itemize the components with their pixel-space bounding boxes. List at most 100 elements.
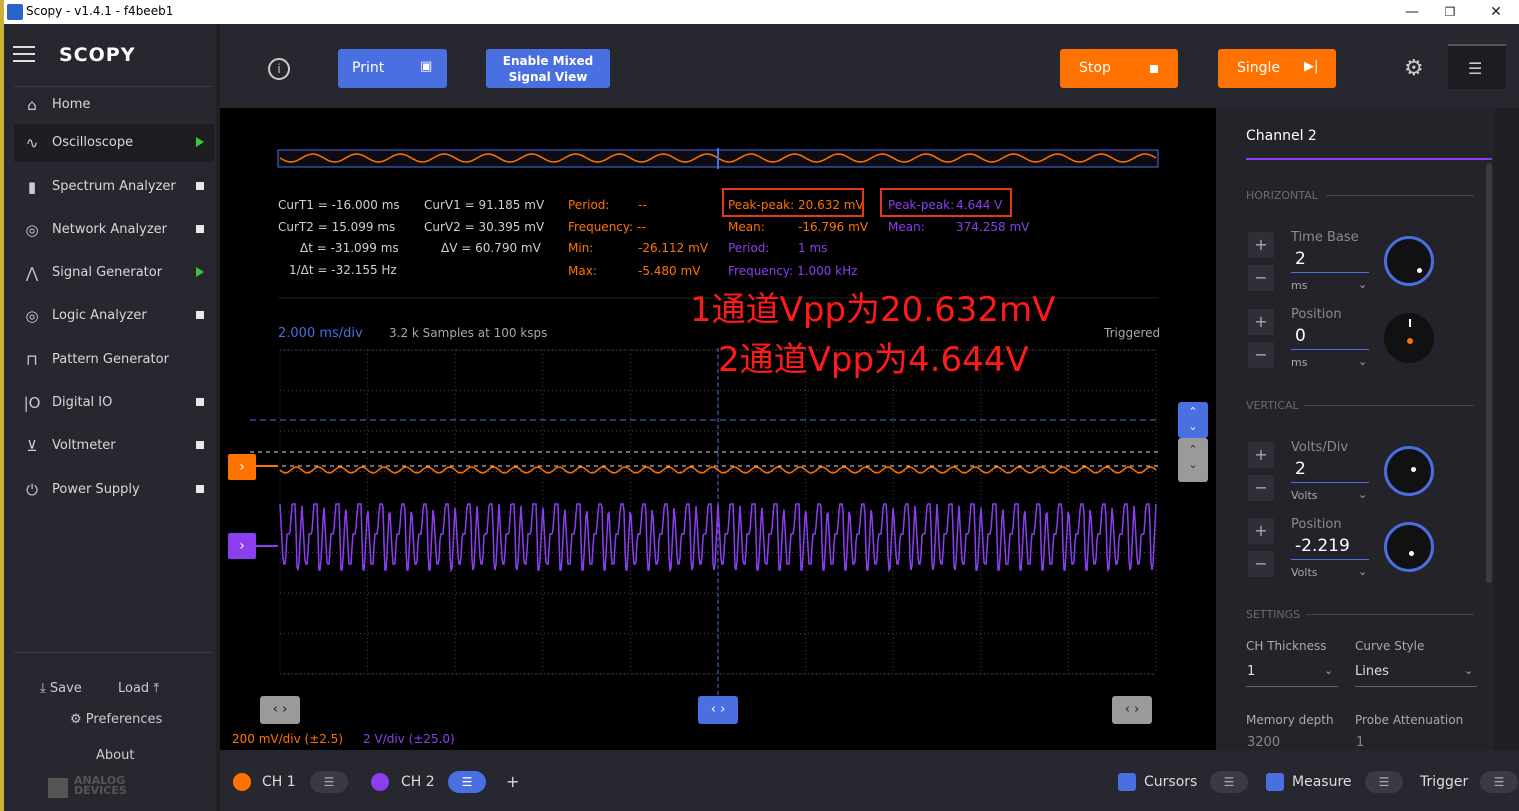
time-base-label: Time Base xyxy=(1291,230,1359,245)
sidebar-item-logic-analyzer[interactable]: ◎ Logic Analyzer xyxy=(14,297,214,335)
trigger-label[interactable]: Trigger xyxy=(1420,774,1468,790)
measure-checkbox[interactable] xyxy=(1266,773,1284,791)
cursors-settings-toggle[interactable]: ☰ xyxy=(1210,771,1248,793)
mixed-line-2: Signal View xyxy=(508,70,588,84)
offset-knob[interactable] xyxy=(1384,522,1434,572)
trigger-settings-toggle[interactable]: ☰ xyxy=(1480,771,1518,793)
sidebar-item-network-analyzer[interactable]: ◎ Network Analyzer xyxy=(14,211,214,249)
time-base-plus-button[interactable]: + xyxy=(1248,232,1274,258)
chevron-down-icon[interactable]: ⌄ xyxy=(1464,664,1473,677)
stop-button[interactable]: Stop xyxy=(1060,49,1178,88)
trigger-status-label: Triggered xyxy=(1104,326,1161,340)
measure-settings-toggle[interactable]: ☰ xyxy=(1365,771,1403,793)
power-supply-icon: ⏻ xyxy=(26,481,38,499)
ch-thickness-select[interactable]: 1 xyxy=(1247,664,1255,679)
enable-mixed-signal-view-button[interactable]: Enable Mixed Signal View xyxy=(486,49,610,88)
panel-scrollbar[interactable] xyxy=(1486,163,1492,583)
ch1-offset-handle[interactable]: › xyxy=(228,454,256,480)
cursors-checkbox[interactable] xyxy=(1118,773,1136,791)
memory-depth-select[interactable]: 3200 xyxy=(1247,735,1280,748)
trigger-position-handle[interactable]: ‹ › xyxy=(698,696,738,724)
ch1-settings-toggle[interactable]: ☰ xyxy=(310,771,348,793)
sidebar-item-label: Power Supply xyxy=(52,482,140,497)
maximize-button[interactable]: ❐ xyxy=(1432,1,1468,23)
ch2-color-dot[interactable] xyxy=(371,773,389,791)
time-base-knob[interactable] xyxy=(1384,236,1434,286)
position-plus-button[interactable]: + xyxy=(1248,309,1274,335)
about-button[interactable]: About xyxy=(96,748,134,763)
time-base-minus-button[interactable]: − xyxy=(1248,265,1274,291)
sidebar-item-home[interactable]: ⌂ Home xyxy=(14,86,214,124)
ch2-offset-handle[interactable]: › xyxy=(228,533,256,559)
sidebar-item-signal-generator[interactable]: ⋀ Signal Generator xyxy=(14,254,214,292)
stopped-indicator-icon[interactable] xyxy=(196,398,204,406)
running-indicator-icon[interactable] xyxy=(196,267,204,277)
single-button[interactable]: Single ▶| xyxy=(1218,49,1336,88)
add-channel-button[interactable]: + xyxy=(506,772,519,791)
mixed-line-1: Enable Mixed xyxy=(502,54,594,68)
volts-div-minus-button[interactable]: − xyxy=(1248,475,1274,501)
sidebar-item-spectrum-analyzer[interactable]: ▮ Spectrum Analyzer xyxy=(14,168,214,206)
curve-style-select[interactable]: Lines xyxy=(1355,664,1389,679)
position-knob[interactable] xyxy=(1384,313,1434,363)
sidebar-item-pattern-generator[interactable]: ⊓ Pattern Generator xyxy=(14,341,214,379)
load-button[interactable]: Load ⤒ xyxy=(118,681,159,696)
preferences-button[interactable]: ⚙ Preferences xyxy=(70,712,162,727)
settings-gear-icon[interactable]: ⚙ xyxy=(1404,56,1424,81)
minimize-button[interactable]: — xyxy=(1394,1,1430,23)
offset-input[interactable]: -2.219 xyxy=(1295,536,1350,556)
pattern-generator-icon: ⊓ xyxy=(26,351,38,369)
channel-color-underline xyxy=(1246,158,1492,160)
ch1-label[interactable]: CH 1 xyxy=(262,774,296,790)
sidebar-item-power-supply[interactable]: ⏻ Power Supply xyxy=(14,471,214,509)
ch1-color-dot[interactable] xyxy=(233,773,251,791)
stopped-indicator-icon[interactable] xyxy=(196,225,204,233)
save-button[interactable]: ⤓ Save xyxy=(40,681,82,696)
chevron-down-icon[interactable]: ⌄ xyxy=(1358,278,1367,291)
ch-thickness-label: CH Thickness xyxy=(1246,639,1327,653)
info-icon[interactable]: i xyxy=(268,58,290,80)
stopped-indicator-icon[interactable] xyxy=(196,441,204,449)
annotation-ch1-vpp: 1通道Vpp为20.632mV xyxy=(690,290,1056,330)
time-base-underline xyxy=(1291,272,1369,273)
offset-plus-button[interactable]: + xyxy=(1248,518,1274,544)
sliders-icon: ☰ xyxy=(323,775,335,789)
position-input[interactable]: 0 xyxy=(1295,326,1306,346)
chevron-down-icon[interactable]: ⌄ xyxy=(1358,355,1367,368)
ch2-frequency: Frequency: 1.000 kHz xyxy=(728,264,857,278)
stopped-indicator-icon[interactable] xyxy=(196,485,204,493)
running-indicator-icon[interactable] xyxy=(196,137,204,147)
measure-label[interactable]: Measure xyxy=(1292,774,1352,790)
stopped-indicator-icon[interactable] xyxy=(196,182,204,190)
cursors-label[interactable]: Cursors xyxy=(1144,774,1197,790)
position-unit[interactable]: ms xyxy=(1291,356,1307,369)
ch1-mean-value: -16.796 mV xyxy=(798,220,869,234)
chevron-down-icon[interactable]: ⌄ xyxy=(1358,488,1367,501)
cursor-t2-handle[interactable]: ‹ › xyxy=(1112,696,1152,724)
probe-attenuation-input[interactable]: 1 xyxy=(1356,735,1364,748)
vertical-scroll-handle[interactable]: ⌃ ⌄ xyxy=(1178,438,1208,482)
print-button[interactable]: Print ▣ xyxy=(338,49,447,88)
menu-toggle-button[interactable]: ☰ xyxy=(1448,44,1506,89)
chevron-down-icon[interactable]: ⌄ xyxy=(1324,664,1333,677)
volts-div-unit[interactable]: Volts xyxy=(1291,489,1318,502)
sidebar-item-oscilloscope[interactable]: ∿ Oscilloscope xyxy=(14,124,214,162)
ch2-label[interactable]: CH 2 xyxy=(401,774,435,790)
trigger-level-handle[interactable]: ⌃ ⌄ xyxy=(1178,402,1208,438)
volts-div-plus-button[interactable]: + xyxy=(1248,442,1274,468)
volts-div-input[interactable]: 2 xyxy=(1295,459,1306,479)
volts-div-knob[interactable] xyxy=(1384,446,1434,496)
chevron-down-icon[interactable]: ⌄ xyxy=(1358,565,1367,578)
sidebar-item-voltmeter[interactable]: ⊻ Voltmeter xyxy=(14,427,214,465)
stopped-indicator-icon[interactable] xyxy=(196,311,204,319)
time-base-input[interactable]: 2 xyxy=(1295,249,1306,269)
close-button[interactable]: ✕ xyxy=(1478,1,1514,23)
position-minus-button[interactable]: − xyxy=(1248,342,1274,368)
offset-minus-button[interactable]: − xyxy=(1248,551,1274,577)
hamburger-menu-icon[interactable] xyxy=(13,46,35,62)
sidebar-item-digital-io[interactable]: |O Digital IO xyxy=(14,384,214,422)
offset-unit[interactable]: Volts xyxy=(1291,566,1318,579)
ch2-settings-toggle[interactable]: ☰ xyxy=(448,771,486,793)
time-base-unit[interactable]: ms xyxy=(1291,279,1307,292)
cursor-t1-handle[interactable]: ‹ › xyxy=(260,696,300,724)
